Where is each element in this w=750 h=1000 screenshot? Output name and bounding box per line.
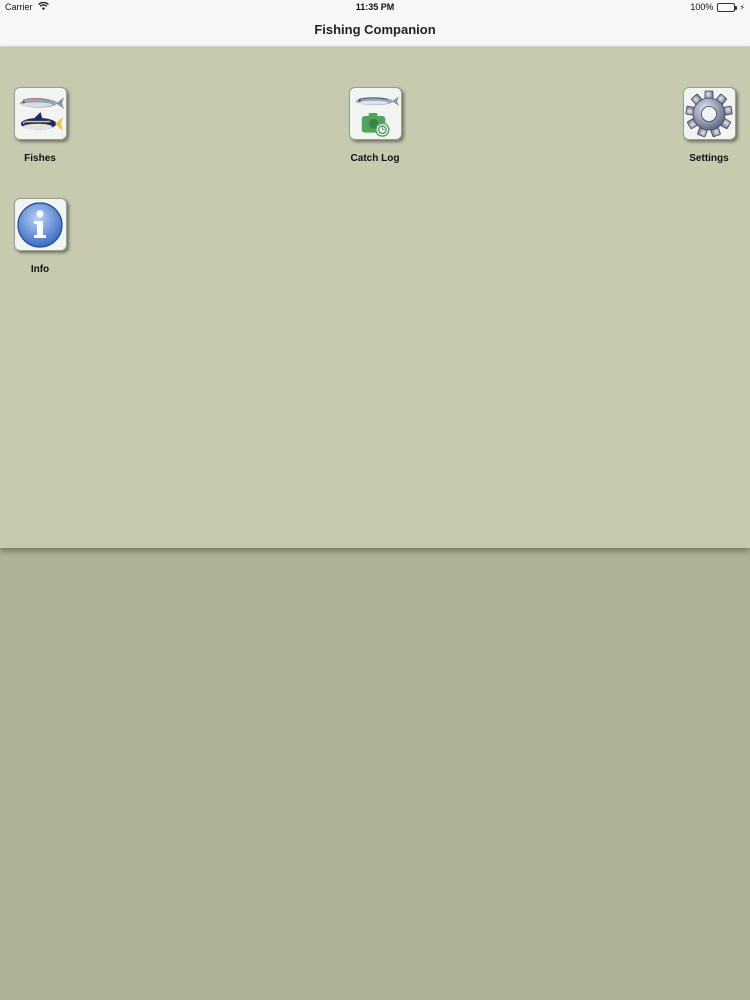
battery-percent: 100%	[690, 2, 714, 12]
page-title: Fishing Companion	[314, 22, 436, 37]
info-label: Info	[30, 264, 50, 275]
info-button[interactable]: Info	[0, 198, 80, 288]
info-icon	[13, 198, 67, 251]
fishes-icon	[13, 87, 67, 140]
catch-log-label: Catch Log	[350, 153, 400, 164]
settings-button[interactable]: Settings	[669, 87, 749, 177]
status-time: 11:35 PM	[355, 2, 395, 12]
gear-icon	[682, 87, 736, 140]
charging-icon: ⚡	[739, 2, 745, 12]
settings-label: Settings	[689, 153, 729, 164]
main-panel: Fishes Catch Log Settings Info	[0, 47, 750, 548]
catch-log-icon	[348, 87, 402, 140]
catch-log-button[interactable]: Catch Log	[335, 87, 415, 177]
status-right: 100% ⚡	[690, 2, 745, 12]
fishes-label: Fishes	[24, 153, 56, 164]
top-bar: Carrier 11:35 PM 100% ⚡ Fishing Companio…	[0, 0, 750, 47]
fishes-button[interactable]: Fishes	[0, 87, 80, 177]
battery-icon	[717, 2, 738, 12]
